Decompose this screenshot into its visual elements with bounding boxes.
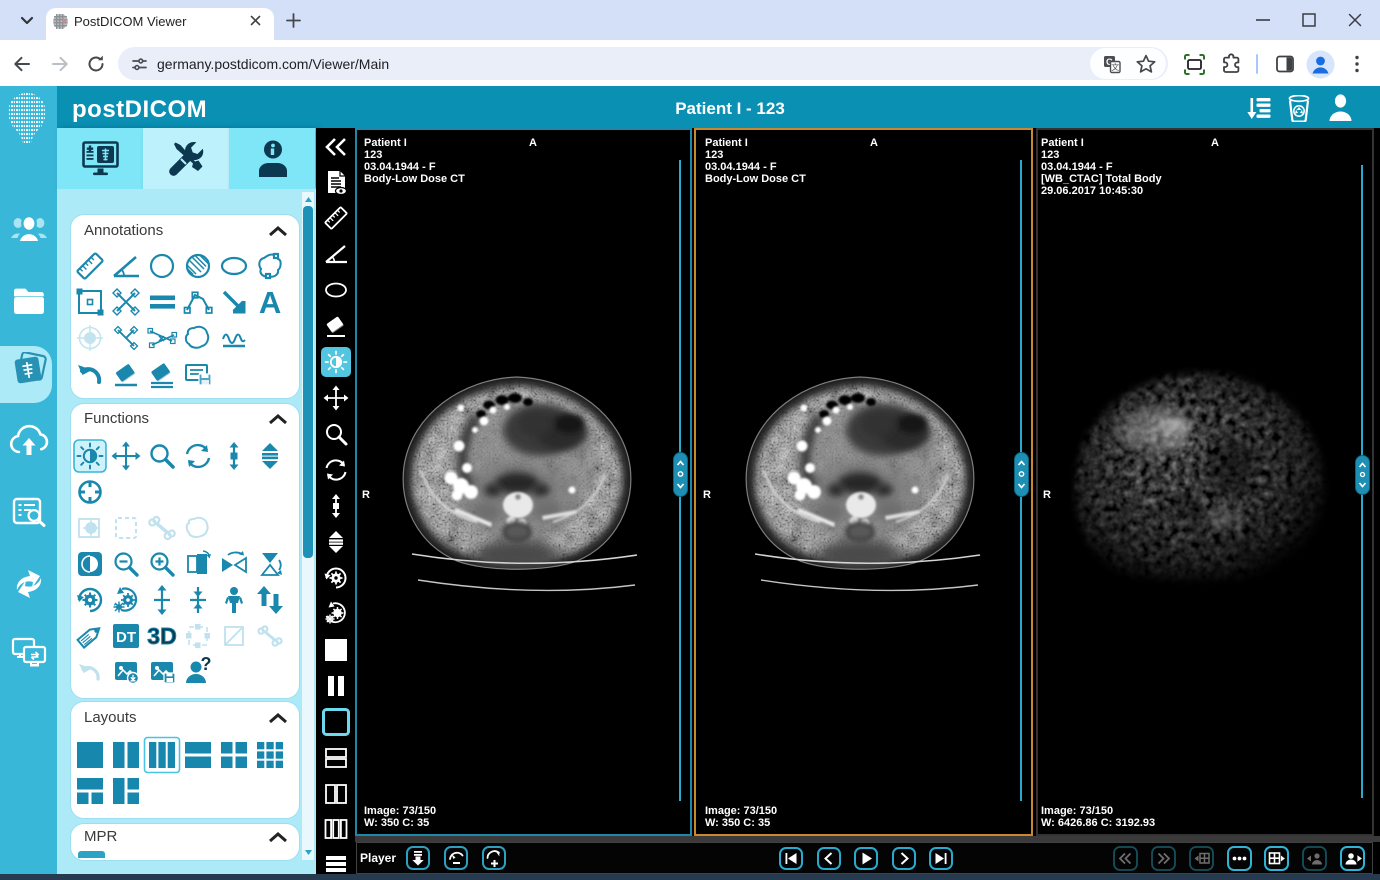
svg-text:DT: DT <box>116 629 136 646</box>
svg-text:3D: 3D <box>147 623 176 649</box>
svg-text:?: ? <box>201 654 212 674</box>
svg-text:A: A <box>259 285 281 320</box>
svg-text:文: 文 <box>1111 62 1119 72</box>
